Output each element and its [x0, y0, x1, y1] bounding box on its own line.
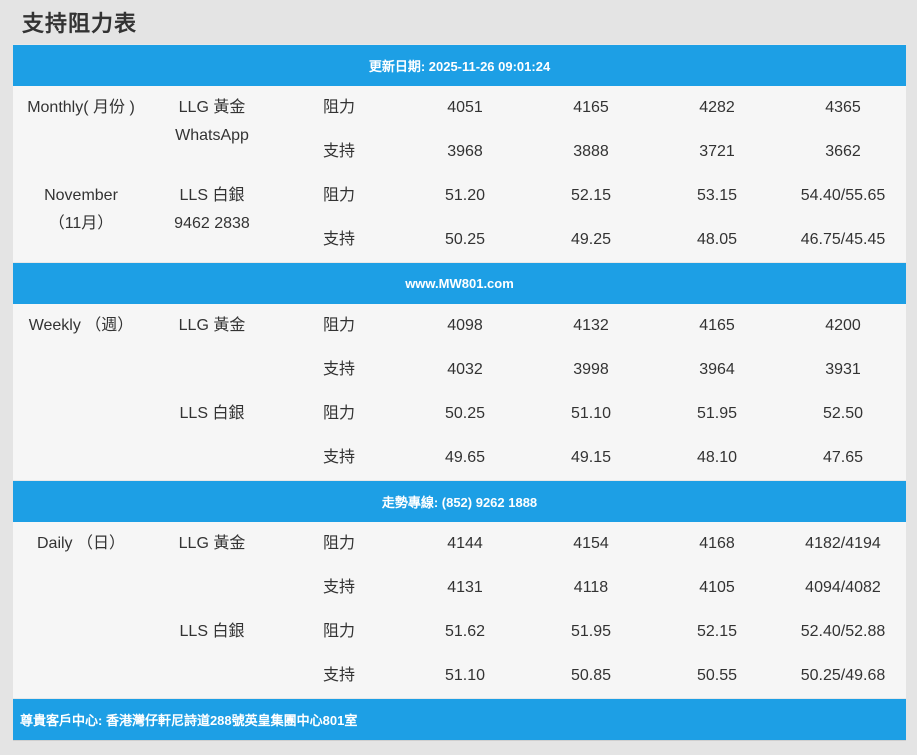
level-value: 50.25	[444, 231, 486, 248]
address-banner: 尊貴客戶中心: 香港灣仔軒尼詩道288號英皇集團中心801室	[13, 698, 906, 740]
support-label: 支持	[322, 143, 355, 160]
level-value: 51.62	[444, 623, 486, 640]
level-value: 4094/4082	[805, 579, 881, 596]
level-value: 49.25	[570, 231, 612, 248]
level-value: 51.10	[444, 667, 486, 684]
level-value: 51.95	[570, 623, 612, 640]
level-value: 53.15	[696, 187, 738, 204]
page-title: 支持阻力表	[22, 11, 138, 36]
hotline-banner: 走勢專線: (852) 9262 1888	[13, 480, 906, 522]
level-value: 50.55	[696, 667, 738, 684]
level-value: 4365	[825, 99, 861, 116]
level-value: 3998	[573, 361, 609, 378]
resistance-label: 阻力	[322, 317, 355, 334]
level-value: 51.20	[444, 187, 486, 204]
level-value: 49.15	[570, 449, 612, 466]
level-value: 3968	[447, 143, 483, 160]
support-resistance-table: 更新日期: 2025-11-26 09:01:24 Monthly( 月份 ) …	[13, 44, 906, 741]
level-value: 4282	[699, 99, 735, 116]
level-value: 4118	[573, 579, 609, 596]
level-value: 4144	[447, 535, 483, 552]
support-label: 支持	[322, 361, 355, 378]
monthly-block: Monthly( 月份 ) November （11月） LLG 黃金 What…	[13, 86, 906, 262]
level-value: 47.65	[822, 449, 864, 466]
level-value: 54.40/55.65	[800, 187, 886, 204]
level-value: 52.15	[570, 187, 612, 204]
support-label: 支持	[322, 579, 355, 596]
table-row: 支持 4131 4118 4105 4094/4082	[13, 566, 906, 610]
level-value: 51.10	[570, 405, 612, 422]
website-banner: www.MW801.com	[13, 262, 906, 304]
level-value: 3662	[825, 143, 861, 160]
update-date-banner: 更新日期: 2025-11-26 09:01:24	[13, 44, 906, 86]
level-value: 49.65	[444, 449, 486, 466]
level-value: 3888	[573, 143, 609, 160]
table-row: 支持 49.65 49.15 48.10 47.65	[13, 436, 906, 480]
table-row: 阻力 51.62 51.95 52.15 52.40/52.88	[13, 610, 906, 654]
level-value: 48.10	[696, 449, 738, 466]
support-label: 支持	[322, 449, 355, 466]
table-row: 阻力 4098 4132 4165 4200	[13, 304, 906, 348]
support-label: 支持	[322, 231, 355, 248]
table-row: 阻力 4144 4154 4168 4182/4194	[13, 522, 906, 566]
level-value: 3964	[699, 361, 735, 378]
level-value: 51.95	[696, 405, 738, 422]
level-value: 3931	[825, 361, 861, 378]
resistance-label: 阻力	[322, 99, 355, 116]
table-row: 支持 51.10 50.85 50.55 50.25/49.68	[13, 654, 906, 698]
resistance-label: 阻力	[322, 623, 355, 640]
table-row: 支持 50.25 49.25 48.05 46.75/45.45	[13, 218, 906, 262]
resistance-label: 阻力	[322, 535, 355, 552]
level-value: 46.75/45.45	[800, 231, 886, 248]
table-row: 阻力 51.20 52.15 53.15 54.40/55.65	[13, 174, 906, 218]
level-value: 4168	[699, 535, 735, 552]
level-value: 52.40/52.88	[800, 623, 886, 640]
table-row: 阻力 50.25 51.10 51.95 52.50	[13, 392, 906, 436]
level-value: 4098	[447, 317, 483, 334]
level-value: 50.25/49.68	[800, 667, 886, 684]
resistance-label: 阻力	[322, 187, 355, 204]
level-value: 50.25	[444, 405, 486, 422]
level-value: 4132	[573, 317, 609, 334]
level-value: 4200	[825, 317, 861, 334]
level-value: 4032	[447, 361, 483, 378]
weekly-block: Weekly （週） LLG 黃金 LLS 白銀 阻力 4098 4132 4165 4…	[13, 304, 906, 480]
support-label: 支持	[322, 667, 355, 684]
resistance-label: 阻力	[322, 405, 355, 422]
level-value: 52.15	[696, 623, 738, 640]
level-value: 50.85	[570, 667, 612, 684]
level-value: 4105	[699, 579, 735, 596]
level-value: 4131	[447, 579, 483, 596]
table-row: 阻力 4051 4165 4282 4365	[13, 86, 906, 130]
level-value: 4182/4194	[805, 535, 881, 552]
level-value: 4051	[447, 99, 483, 116]
level-value: 3721	[699, 143, 735, 160]
level-value: 4154	[573, 535, 609, 552]
level-value: 48.05	[696, 231, 738, 248]
level-value: 4165	[573, 99, 609, 116]
level-value: 4165	[699, 317, 735, 334]
table-row: 支持 4032 3998 3964 3931	[13, 348, 906, 392]
table-row: 支持 3968 3888 3721 3662	[13, 130, 906, 174]
daily-block: Daily （日） LLG 黃金 LLS 白銀 阻力 4144 4154 4168 41…	[13, 522, 906, 698]
level-value: 52.50	[822, 405, 864, 422]
